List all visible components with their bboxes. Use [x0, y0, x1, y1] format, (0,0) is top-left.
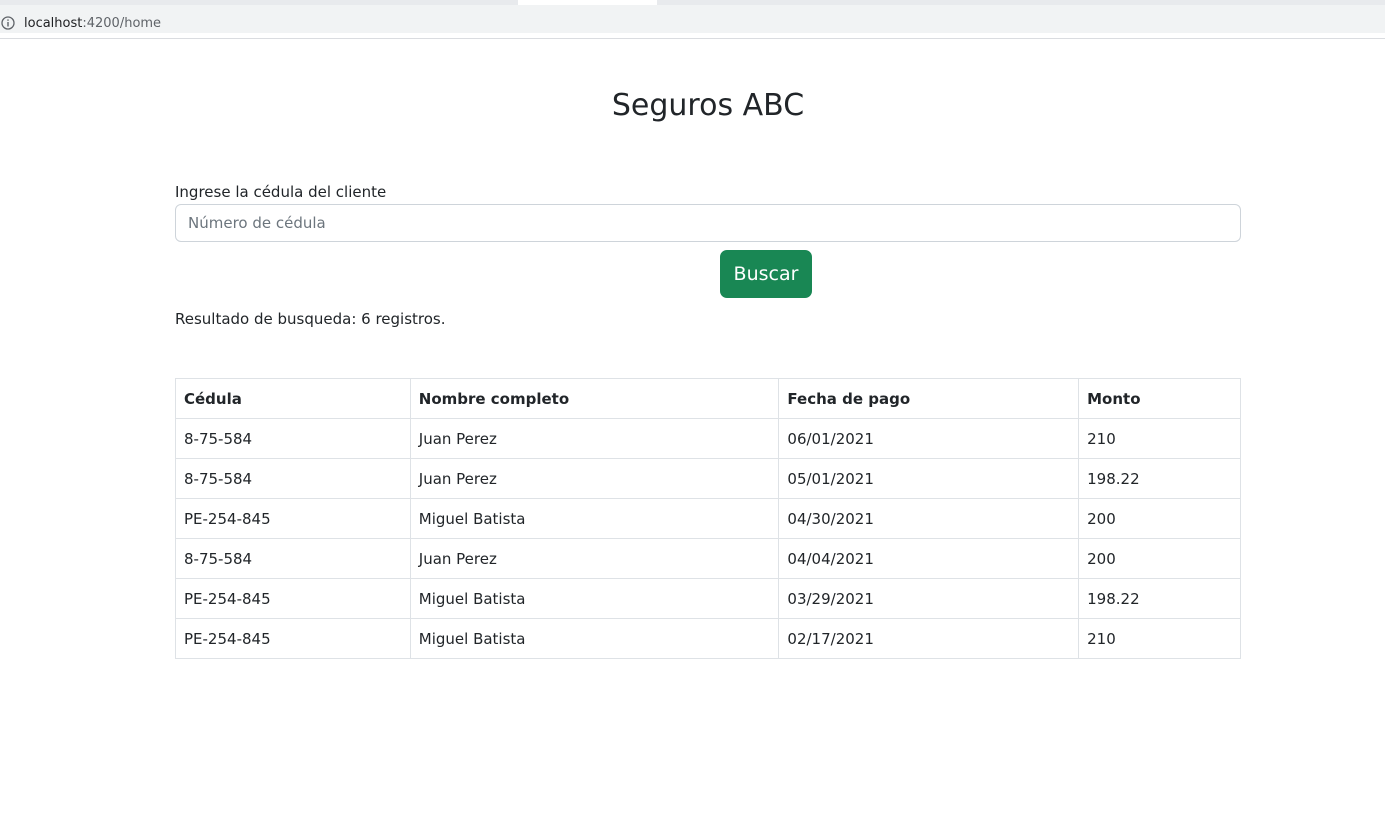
cell-fecha: 05/01/2021	[778, 458, 1080, 499]
cell-monto: 200	[1078, 538, 1241, 579]
column-header-nombre: Nombre completo	[409, 378, 780, 419]
url-path: :4200/home	[82, 16, 162, 31]
cell-cedula: PE-254-845	[175, 498, 411, 539]
cell-cedula: PE-254-845	[175, 618, 411, 659]
page-title: Seguros ABC	[611, 88, 805, 123]
cell-monto: 198.22	[1078, 578, 1241, 619]
cell-cedula: 8-75-584	[175, 418, 411, 459]
info-icon[interactable]	[1, 16, 15, 30]
cell-cedula: 8-75-584	[175, 538, 411, 579]
column-header-cedula: Cédula	[175, 378, 411, 419]
cell-cedula: 8-75-584	[175, 458, 411, 499]
cedula-search-input[interactable]	[175, 204, 1241, 242]
cedula-field-label: Ingrese la cédula del cliente	[175, 183, 387, 201]
cell-monto: 210	[1078, 618, 1241, 659]
cell-monto: 200	[1078, 498, 1241, 539]
cell-nombre: Miguel Batista	[409, 498, 780, 539]
cell-fecha: 04/04/2021	[778, 538, 1080, 579]
table-row: 8-75-584 Juan Perez 05/01/2021 198.22	[175, 458, 1241, 499]
cell-fecha: 06/01/2021	[778, 418, 1080, 459]
url-field[interactable]: localhost:4200/home	[0, 5, 1385, 33]
cell-nombre: Juan Perez	[409, 418, 780, 459]
cell-nombre: Miguel Batista	[409, 578, 780, 619]
cell-fecha: 04/30/2021	[778, 498, 1080, 539]
table-row: PE-254-845 Miguel Batista 03/29/2021 198…	[175, 578, 1241, 619]
table-row: PE-254-845 Miguel Batista 02/17/2021 210	[175, 618, 1241, 659]
table-header-row: Cédula Nombre completo Fecha de pago Mon…	[175, 378, 1241, 419]
cell-monto: 198.22	[1078, 458, 1241, 499]
url-host: localhost	[24, 16, 83, 31]
cell-cedula: PE-254-845	[175, 578, 411, 619]
cell-monto: 210	[1078, 418, 1241, 459]
cell-nombre: Miguel Batista	[409, 618, 780, 659]
table-row: 8-75-584 Juan Perez 06/01/2021 210	[175, 418, 1241, 459]
cell-fecha: 02/17/2021	[778, 618, 1080, 659]
result-summary: Resultado de busqueda: 6 registros.	[175, 310, 446, 328]
search-button[interactable]: Buscar	[720, 250, 812, 298]
column-header-fecha: Fecha de pago	[778, 378, 1080, 419]
cell-nombre: Juan Perez	[409, 458, 780, 499]
table-row: PE-254-845 Miguel Batista 04/30/2021 200	[175, 498, 1241, 539]
table-row: 8-75-584 Juan Perez 04/04/2021 200	[175, 538, 1241, 579]
column-header-monto: Monto	[1078, 378, 1241, 419]
cell-nombre: Juan Perez	[409, 538, 780, 579]
browser-address-bar: localhost:4200/home	[0, 0, 1385, 39]
cell-fecha: 03/29/2021	[778, 578, 1080, 619]
url-text[interactable]: localhost:4200/home	[24, 14, 161, 34]
results-table: Cédula Nombre completo Fecha de pago Mon…	[175, 378, 1241, 659]
